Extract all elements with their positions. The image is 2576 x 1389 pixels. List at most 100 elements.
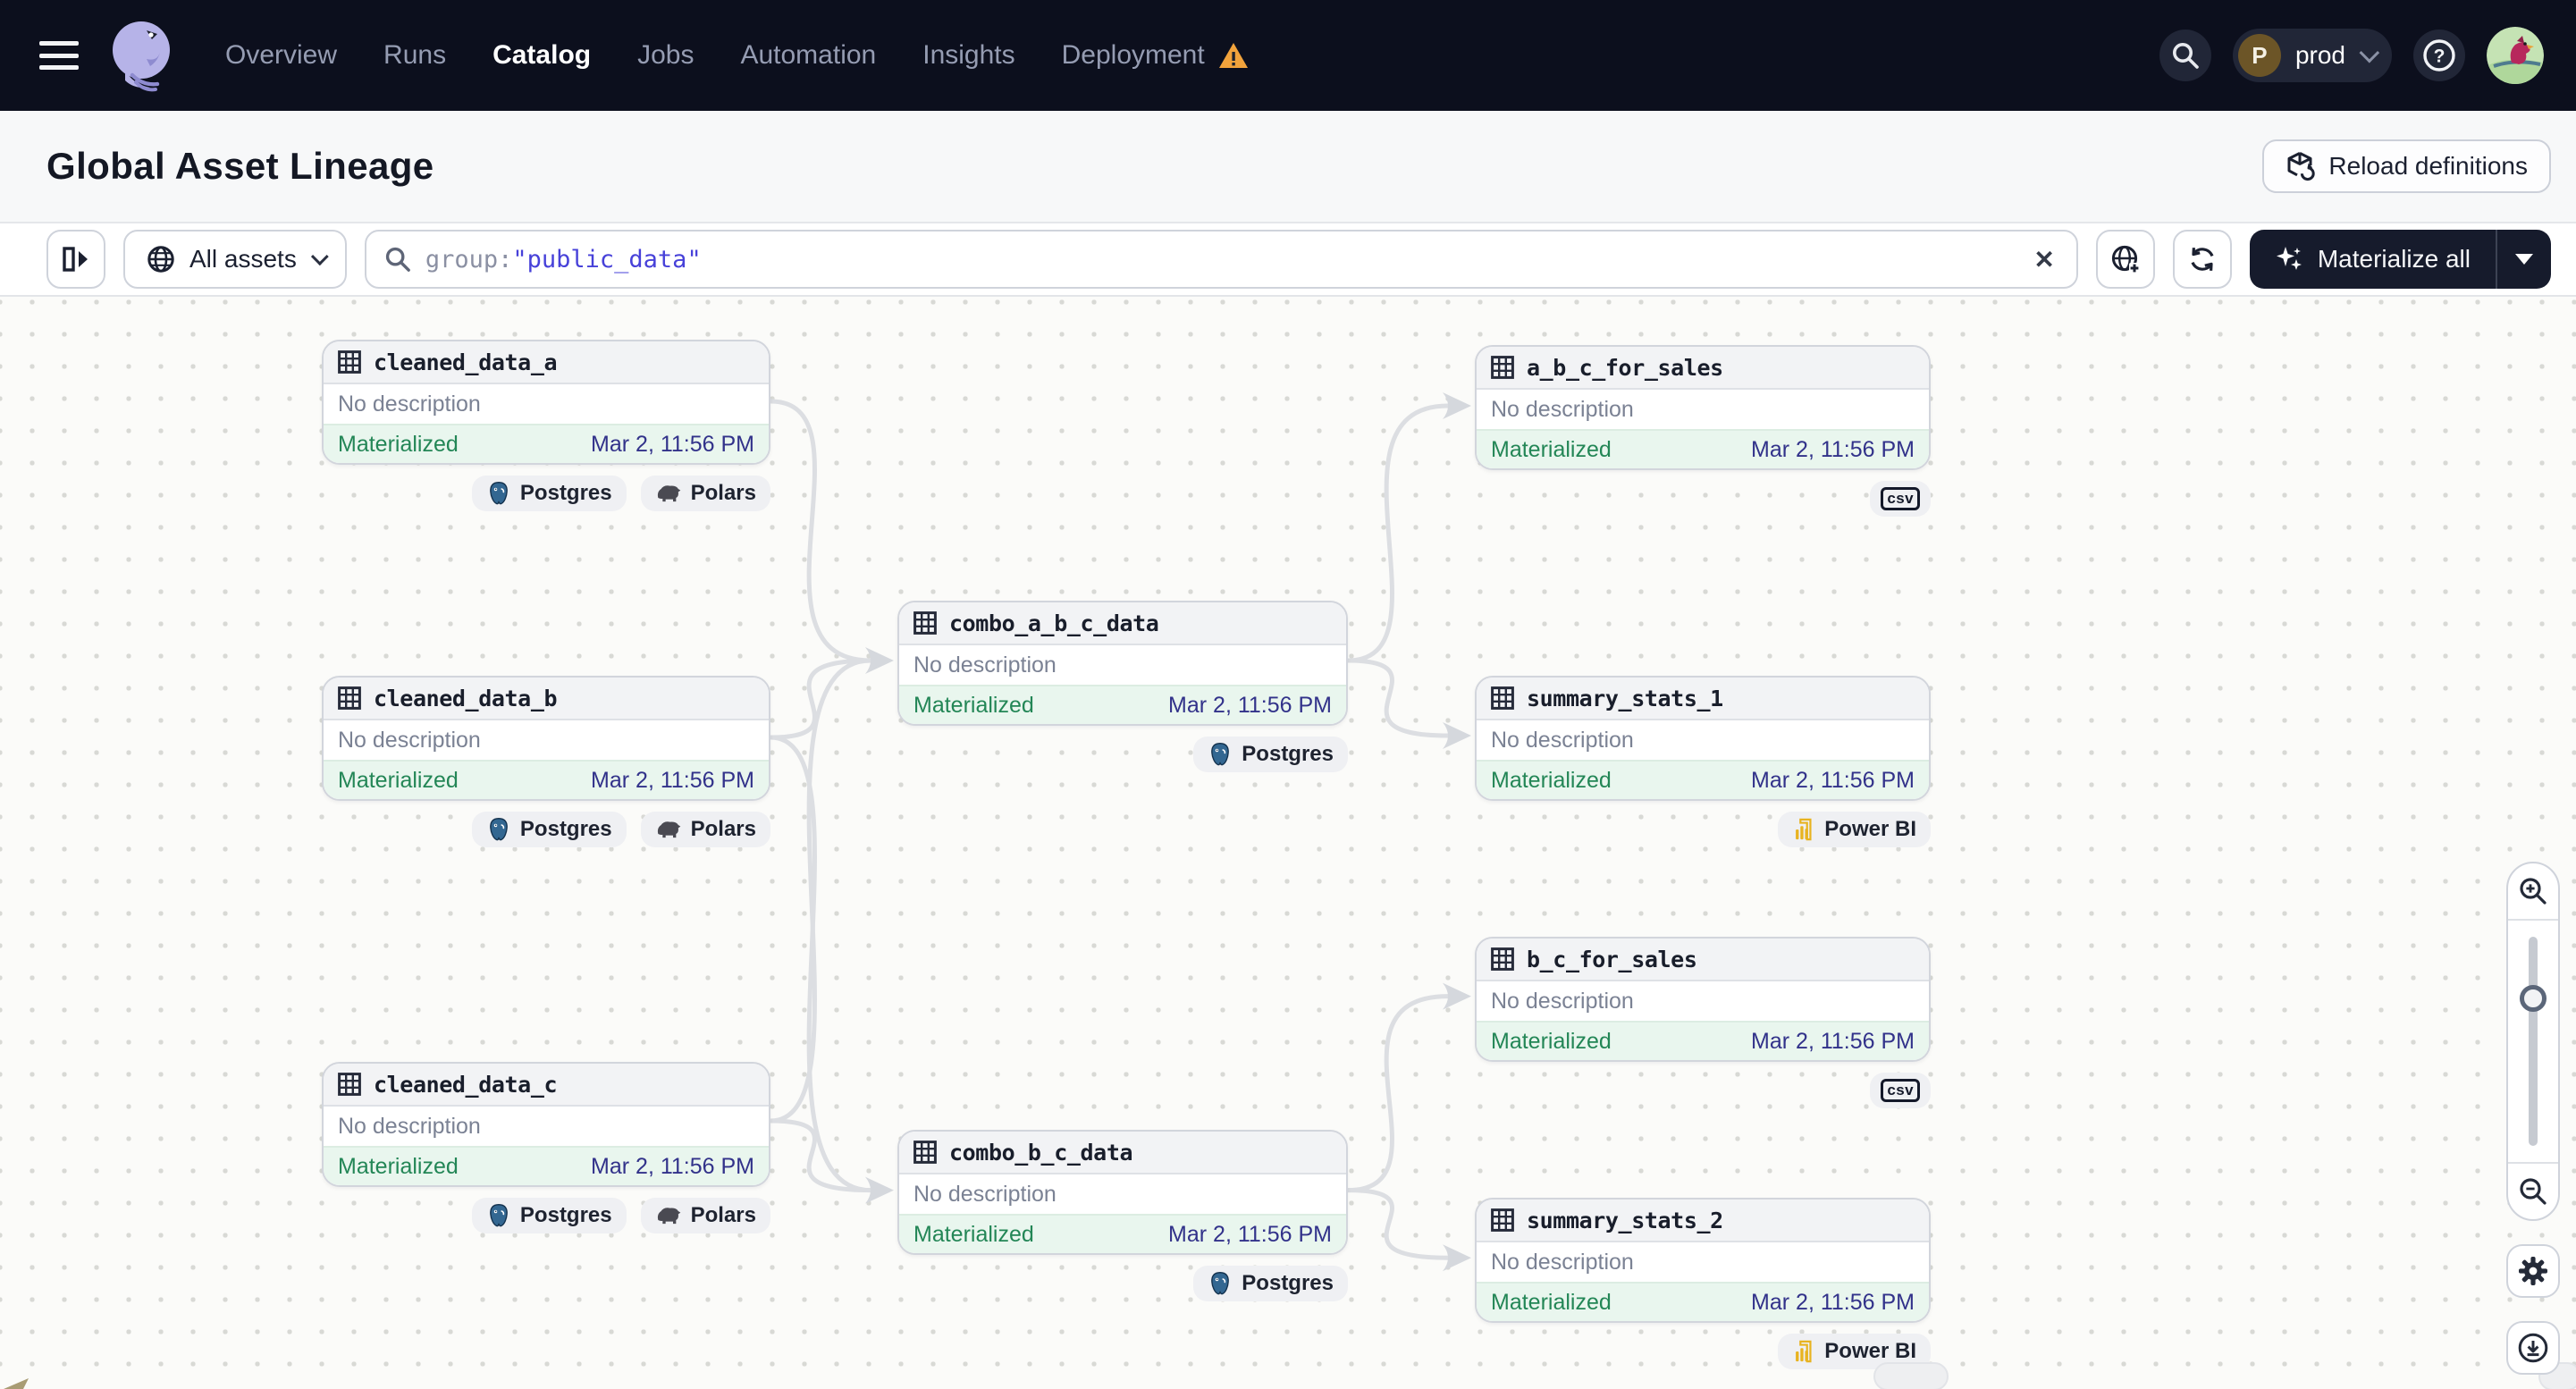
asset-status: Materialized bbox=[913, 693, 1034, 719]
asset-filter-label: All assets bbox=[189, 245, 297, 274]
zoom-controls bbox=[2506, 862, 2560, 1375]
tag-label: Polars bbox=[691, 817, 756, 842]
help-button[interactable]: ? bbox=[2413, 29, 2465, 81]
tag-label: Postgres bbox=[520, 817, 612, 842]
filter-to-group-button[interactable] bbox=[2096, 230, 2155, 289]
panel-expand-icon bbox=[63, 247, 89, 272]
tag-polars[interactable]: Polars bbox=[641, 1198, 770, 1233]
lineage-graph-canvas[interactable]: cleaned_data_a No description Materializ… bbox=[0, 297, 2576, 1389]
asset-status: Materialized bbox=[338, 432, 459, 458]
asset-timestamp[interactable]: Mar 2, 11:56 PM bbox=[591, 768, 754, 794]
asset-node-combo-a-b-c-data[interactable]: combo_a_b_c_data No description Material… bbox=[897, 601, 1348, 772]
reload-definitions-label: Reload definitions bbox=[2328, 152, 2528, 181]
asset-status: Materialized bbox=[1491, 437, 1612, 463]
asset-timestamp[interactable]: Mar 2, 11:56 PM bbox=[1751, 1290, 1915, 1316]
tag-polars[interactable]: Polars bbox=[641, 812, 770, 847]
zoom-out-icon bbox=[2518, 1176, 2548, 1207]
tag-label: Polars bbox=[691, 481, 756, 506]
open-left-panel-button[interactable] bbox=[46, 230, 105, 289]
asset-timestamp[interactable]: Mar 2, 11:56 PM bbox=[591, 1154, 754, 1180]
materialize-all-button[interactable]: Materialize all bbox=[2250, 230, 2496, 289]
asset-node-summary-stats-1[interactable]: summary_stats_1 No description Materiali… bbox=[1475, 676, 1931, 847]
asset-timestamp[interactable]: Mar 2, 11:56 PM bbox=[1751, 437, 1915, 463]
asset-node-cleaned-data-a[interactable]: cleaned_data_a No description Materializ… bbox=[322, 340, 770, 511]
nav-item-automation[interactable]: Automation bbox=[740, 40, 876, 71]
nav-item-insights[interactable]: Insights bbox=[922, 40, 1014, 71]
table-icon bbox=[913, 1141, 937, 1164]
asset-timestamp[interactable]: Mar 2, 11:56 PM bbox=[1168, 693, 1332, 719]
asset-name: cleaned_data_c bbox=[374, 1072, 557, 1098]
search-query-prefix: group: bbox=[425, 246, 513, 274]
dagster-logo-icon[interactable] bbox=[107, 16, 179, 95]
nav-item-deployment[interactable]: Deployment bbox=[1062, 40, 1248, 71]
primary-nav: Overview Runs Catalog Jobs Automation In… bbox=[225, 40, 1248, 71]
lineage-toolbar: All assets group:"public_data" ✕ bbox=[0, 223, 2576, 297]
user-avatar[interactable] bbox=[2487, 27, 2544, 84]
asset-node-cleaned-data-b[interactable]: cleaned_data_b No description Materializ… bbox=[322, 676, 770, 847]
asset-node-b-c-for-sales[interactable]: b_c_for_sales No description Materialize… bbox=[1475, 937, 1931, 1108]
asset-filter-dropdown[interactable]: All assets bbox=[123, 230, 347, 289]
asset-status: Materialized bbox=[338, 768, 459, 794]
global-search-button[interactable] bbox=[2159, 29, 2211, 81]
asset-timestamp[interactable]: Mar 2, 11:56 PM bbox=[1751, 768, 1915, 794]
zoom-slider-thumb[interactable] bbox=[2520, 985, 2547, 1012]
tag-postgres[interactable]: Postgres bbox=[472, 476, 627, 511]
table-icon bbox=[1491, 947, 1514, 971]
search-query-text: group:"public_data" bbox=[425, 246, 2016, 274]
zoom-in-icon bbox=[2518, 876, 2548, 906]
zoom-slider[interactable] bbox=[2508, 921, 2558, 1162]
asset-description: No description bbox=[899, 645, 1346, 685]
tag-postgres[interactable]: Postgres bbox=[472, 1198, 627, 1233]
postgres-icon bbox=[486, 1203, 511, 1228]
offscreen-tag-pill bbox=[1873, 1362, 1949, 1389]
postgres-icon bbox=[486, 817, 511, 842]
zoom-in-button[interactable] bbox=[2508, 863, 2558, 921]
asset-name: combo_a_b_c_data bbox=[949, 610, 1158, 636]
csv-icon: csv bbox=[1881, 487, 1920, 510]
asset-description: No description bbox=[324, 720, 769, 760]
environment-switcher[interactable]: P prod bbox=[2233, 29, 2392, 82]
graph-settings-button[interactable] bbox=[2506, 1244, 2560, 1298]
tag-postgres[interactable]: Postgres bbox=[1193, 1266, 1348, 1301]
clear-search-icon[interactable]: ✕ bbox=[2030, 245, 2058, 274]
tag-csv[interactable]: csv bbox=[1870, 1073, 1931, 1108]
asset-timestamp[interactable]: Mar 2, 11:56 PM bbox=[591, 432, 754, 458]
tag-label: Power BI bbox=[1824, 1339, 1916, 1364]
asset-node-cleaned-data-c[interactable]: cleaned_data_c No description Materializ… bbox=[322, 1062, 770, 1233]
asset-name: cleaned_data_a bbox=[374, 349, 557, 375]
asset-search-input[interactable]: group:"public_data" ✕ bbox=[365, 230, 2078, 289]
materialize-options-button[interactable] bbox=[2497, 230, 2551, 289]
reload-definitions-button[interactable]: Reload definitions bbox=[2262, 139, 2551, 193]
hamburger-menu-icon[interactable] bbox=[39, 41, 79, 70]
zoom-out-button[interactable] bbox=[2508, 1162, 2558, 1219]
reload-cube-icon bbox=[2286, 151, 2316, 181]
nav-item-jobs[interactable]: Jobs bbox=[637, 40, 694, 71]
asset-timestamp[interactable]: Mar 2, 11:56 PM bbox=[1751, 1029, 1915, 1055]
nav-right-cluster: P prod ? bbox=[2159, 27, 2544, 84]
asset-timestamp[interactable]: Mar 2, 11:56 PM bbox=[1168, 1222, 1332, 1248]
download-graph-button[interactable] bbox=[2506, 1321, 2560, 1375]
page-header: Global Asset Lineage Reload definitions bbox=[0, 111, 2576, 223]
refresh-button[interactable] bbox=[2173, 230, 2232, 289]
asset-description: No description bbox=[899, 1174, 1346, 1214]
asset-node-a-b-c-for-sales[interactable]: a_b_c_for_sales No description Materiali… bbox=[1475, 345, 1931, 517]
asset-node-combo-b-c-data[interactable]: combo_b_c_data No description Materializ… bbox=[897, 1130, 1348, 1301]
svg-text:?: ? bbox=[2434, 46, 2446, 66]
materialize-all-split-button: Materialize all bbox=[2250, 230, 2551, 289]
table-icon bbox=[338, 350, 361, 374]
polars-icon bbox=[655, 483, 682, 504]
tag-csv[interactable]: csv bbox=[1870, 481, 1931, 517]
tag-powerbi[interactable]: Power BI bbox=[1778, 812, 1931, 847]
zoom-slider-track bbox=[2529, 937, 2538, 1146]
nav-item-runs[interactable]: Runs bbox=[383, 40, 446, 71]
asset-status: Materialized bbox=[1491, 1029, 1612, 1055]
asset-node-summary-stats-2[interactable]: summary_stats_2 No description Materiali… bbox=[1475, 1198, 1931, 1369]
tag-postgres[interactable]: Postgres bbox=[1193, 737, 1348, 772]
page-title: Global Asset Lineage bbox=[46, 145, 434, 188]
chevron-down-icon bbox=[2360, 43, 2380, 63]
table-icon bbox=[1491, 686, 1514, 710]
nav-item-catalog[interactable]: Catalog bbox=[492, 40, 591, 71]
tag-polars[interactable]: Polars bbox=[641, 476, 770, 511]
tag-postgres[interactable]: Postgres bbox=[472, 812, 627, 847]
nav-item-overview[interactable]: Overview bbox=[225, 40, 337, 71]
